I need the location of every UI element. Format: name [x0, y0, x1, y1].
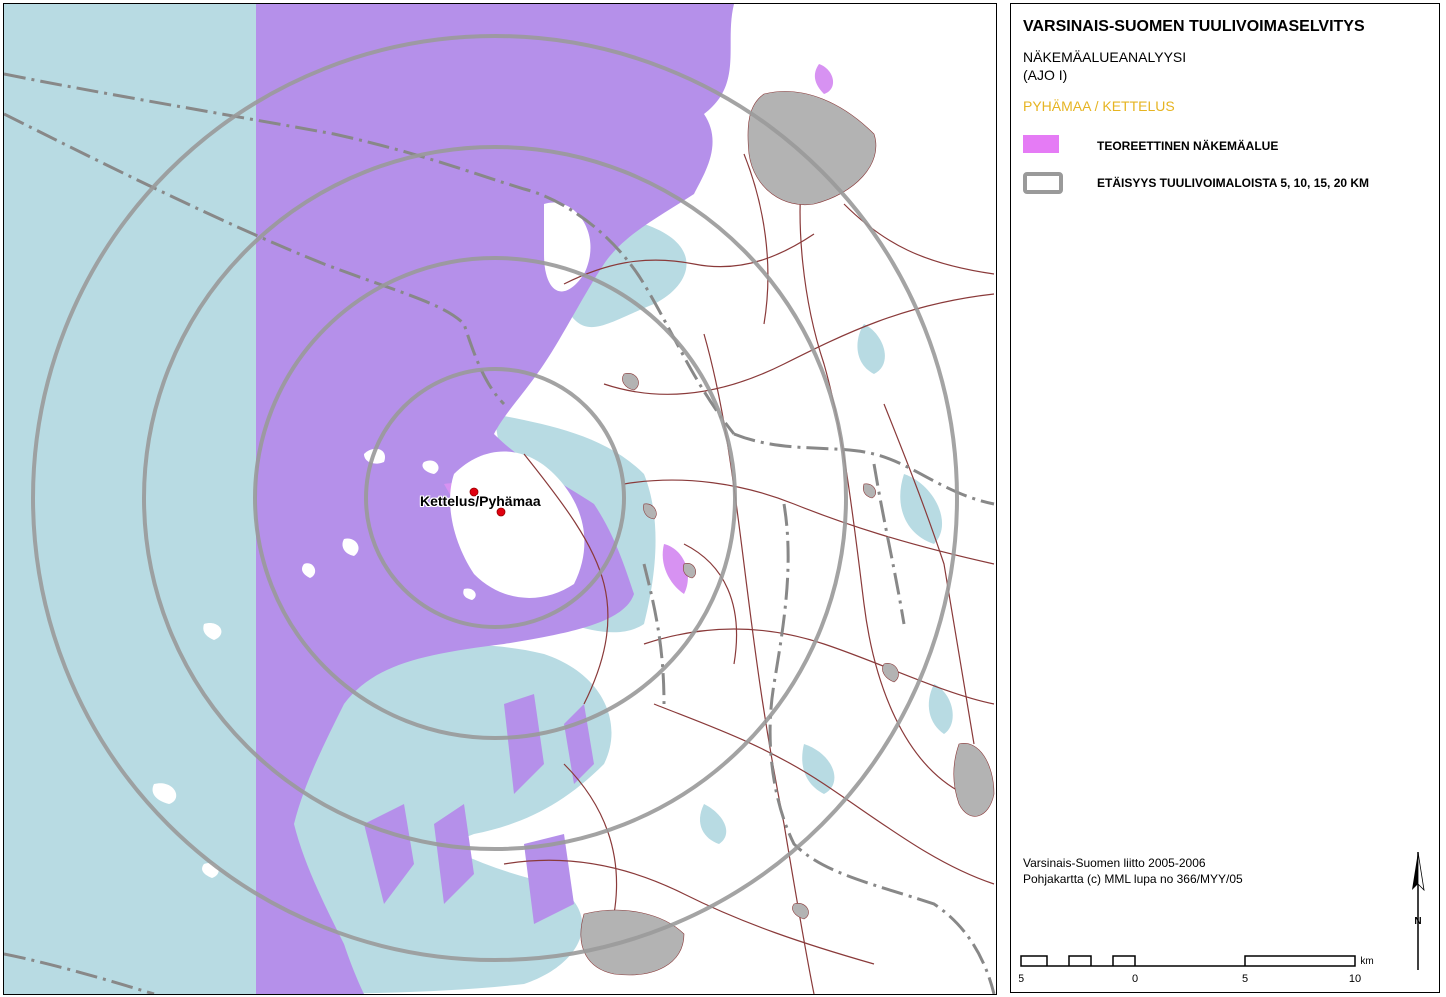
map-canvas[interactable]: Kettelus/Pyhämaa	[3, 3, 997, 995]
turbine-marker-pyhamaa[interactable]	[496, 507, 506, 517]
scale-unit: km	[1360, 956, 1373, 967]
ring-swatch-icon	[1023, 172, 1063, 194]
legend-site-name: PYHÄMAA / KETTELUS	[1023, 98, 1175, 114]
scale-tick-5-left: 5	[1019, 973, 1024, 985]
legend-item-visibility-label: TEOREETTINEN NÄKEMÄALUE	[1097, 139, 1279, 153]
credits-line2: Pohjakartta (c) MML lupa no 366/MYY/05	[1023, 872, 1243, 886]
sea-area	[4, 4, 256, 994]
legend-item-distance	[1023, 172, 1063, 194]
scale-tick-5: 5	[1242, 973, 1248, 985]
urban-area-north	[747, 91, 877, 206]
legend-subtitle-line2: (AJO I)	[1023, 67, 1068, 83]
legend-item-visibility	[1023, 135, 1059, 153]
map-credits: Varsinais-Suomen liitto 2005-2006 Pohjak…	[1023, 855, 1243, 887]
site-label: Kettelus/Pyhämaa	[420, 493, 541, 509]
scale-tick-10: 10	[1349, 973, 1361, 985]
legend-subtitle-line1: NÄKEMÄALUEANALYYSI	[1023, 49, 1187, 65]
north-arrow-letter: N	[1414, 916, 1421, 927]
legend-subtitle: NÄKEMÄALUEANALYYSI (AJO I)	[1023, 48, 1186, 84]
scale-bar: 5 0 5 10 km	[1019, 955, 1374, 985]
urban-area-south	[580, 909, 685, 976]
credits-line1: Varsinais-Suomen liitto 2005-2006	[1023, 856, 1206, 870]
north-arrow-icon: N	[1412, 851, 1425, 970]
legend-panel: VARSINAIS-SUOMEN TUULIVOIMASELVITYS NÄKE…	[1010, 3, 1440, 993]
urban-area-east	[953, 743, 995, 817]
legend-item-distance-label: ETÄISYYS TUULIVOIMALOISTA 5, 10, 15, 20 …	[1097, 176, 1370, 190]
legend-title: VARSINAIS-SUOMEN TUULIVOIMASELVITYS	[1023, 18, 1365, 35]
fill-swatch-icon	[1023, 135, 1059, 153]
scale-tick-0: 0	[1132, 973, 1138, 985]
